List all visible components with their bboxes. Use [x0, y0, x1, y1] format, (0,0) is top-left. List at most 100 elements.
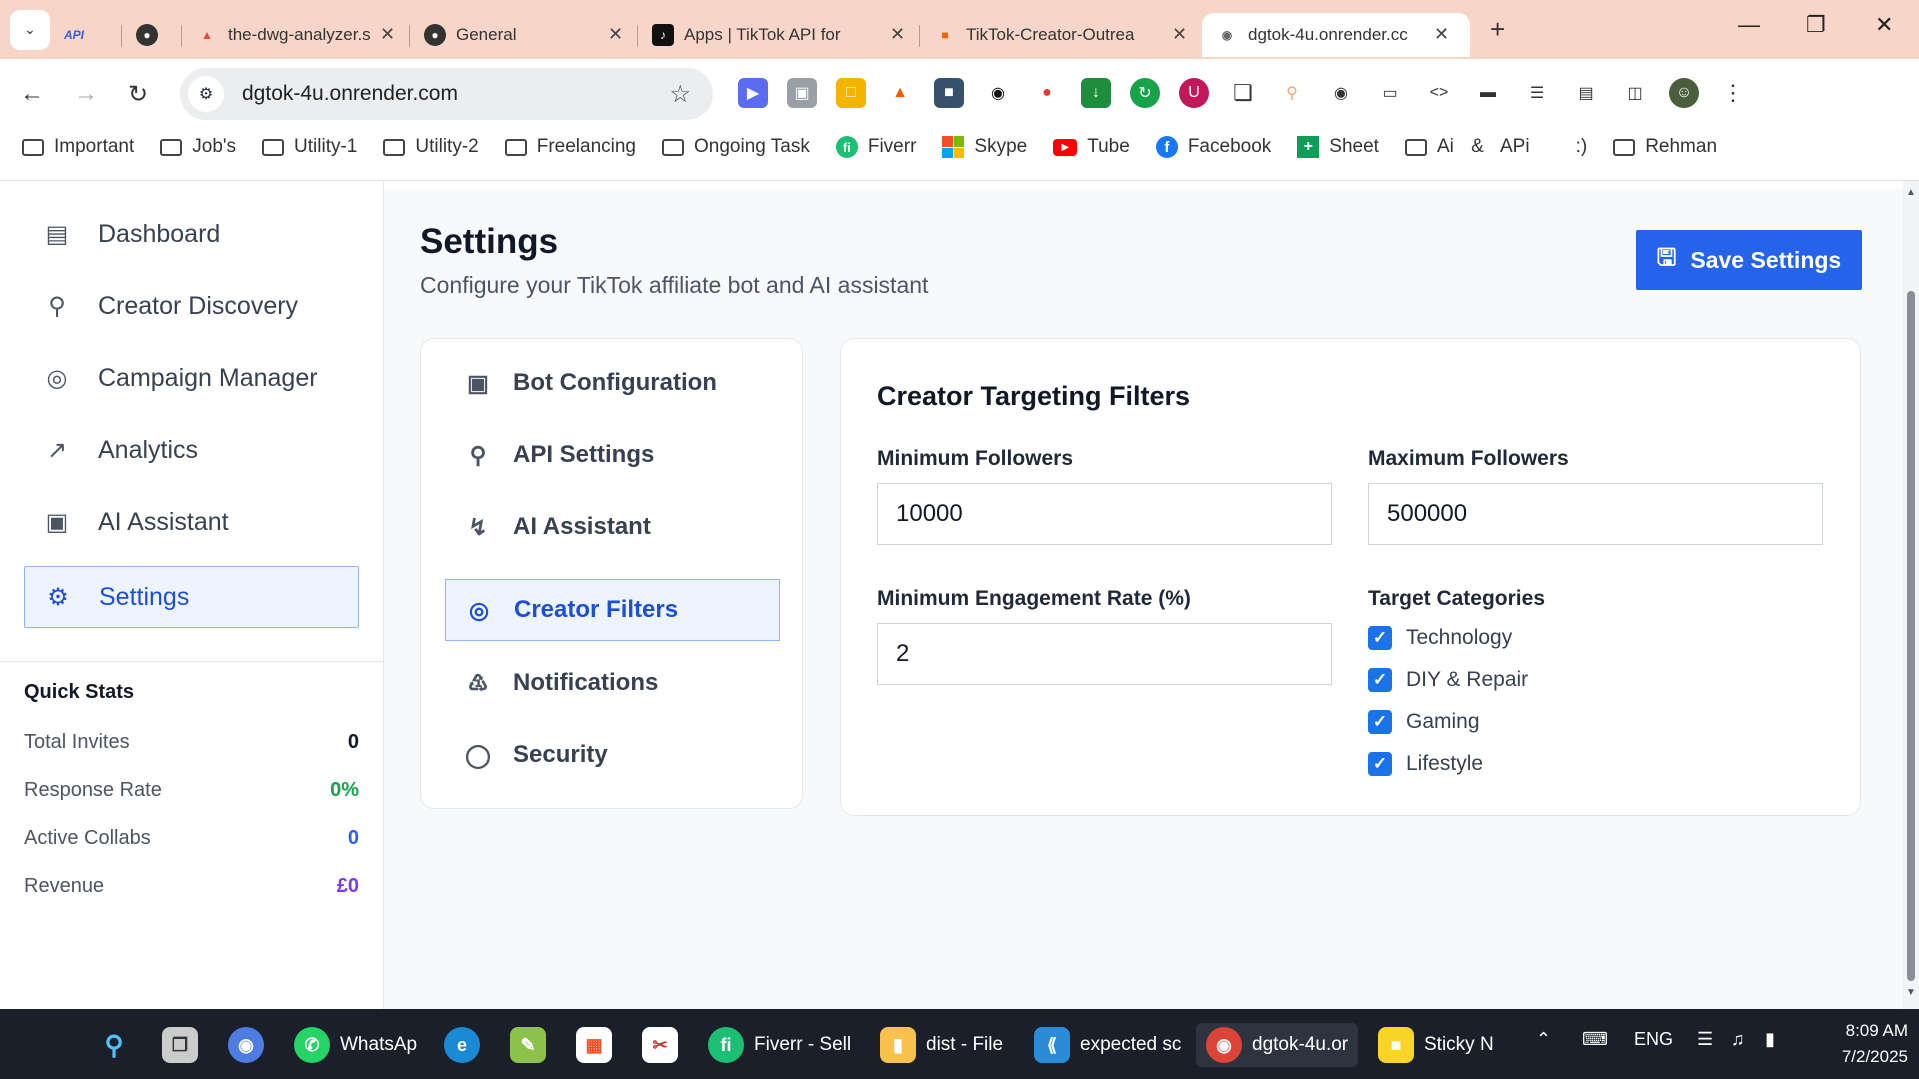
- battery-icon[interactable]: ▮: [1765, 1029, 1775, 1050]
- scroll-up-icon[interactable]: ▲: [1906, 187, 1916, 198]
- bookmark-item[interactable]: f Facebook: [1155, 136, 1271, 158]
- reading-list-icon[interactable]: ☰: [1522, 78, 1552, 108]
- scrollbar-thumb[interactable]: [1907, 291, 1915, 981]
- close-icon[interactable]: ✕: [380, 24, 395, 45]
- extension-refresh-icon[interactable]: ↻: [1130, 78, 1160, 108]
- taskbar-edge[interactable]: e: [444, 1023, 480, 1067]
- bookmark-item[interactable]: ▶ Tube: [1053, 136, 1130, 158]
- checkbox-checked[interactable]: ✓: [1368, 752, 1392, 776]
- tab-dwg-analyzer[interactable]: ▲ the-dwg-analyzer.stre ✕: [182, 13, 410, 57]
- forward-arrow-icon[interactable]: →: [74, 80, 98, 108]
- taskbar-clock[interactable]: 8:09 AM 7/2/2025: [1808, 1018, 1908, 1070]
- close-icon[interactable]: ✕: [1172, 24, 1187, 45]
- sidebar-item-ai-assistant[interactable]: ▣ AI Assistant: [24, 491, 359, 553]
- max-followers-input[interactable]: [1368, 483, 1823, 545]
- puzzle-extensions-icon[interactable]: ❏: [1228, 78, 1258, 108]
- extension-flame-icon[interactable]: ▲: [885, 78, 915, 108]
- tab-search-button[interactable]: ⌄: [10, 9, 50, 50]
- bookmark-star-icon[interactable]: ☆: [669, 80, 691, 109]
- tray-chevron-up-icon[interactable]: ⌃: [1536, 1029, 1551, 1050]
- key-icon[interactable]: ⚲: [1277, 78, 1307, 108]
- sidebar-item-campaign-manager[interactable]: ◎ Campaign Manager: [24, 347, 359, 409]
- min-engagement-input[interactable]: [877, 623, 1332, 685]
- site-info-icon[interactable]: ⚙: [188, 76, 224, 112]
- extension-notes-icon[interactable]: □: [836, 78, 866, 108]
- bookmark-item[interactable]: Utility-2: [383, 136, 479, 158]
- menu-security[interactable]: ◯ Security: [445, 724, 780, 786]
- extension-download-icon[interactable]: ↓: [1081, 78, 1111, 108]
- avatar[interactable]: ☺: [1669, 78, 1699, 108]
- taskbar-notepad[interactable]: ✎: [510, 1023, 546, 1067]
- kebab-menu-icon[interactable]: ⋮: [1718, 78, 1748, 108]
- restore-icon[interactable]: ❐: [1806, 12, 1826, 38]
- language-indicator[interactable]: ENG: [1634, 1029, 1673, 1050]
- extension-ublock-icon[interactable]: U: [1179, 78, 1209, 108]
- taskbar-store[interactable]: ▦: [576, 1023, 612, 1067]
- taskbar-file-explorer[interactable]: ▮ dist - File: [880, 1023, 1003, 1067]
- save-settings-button[interactable]: 🖫 Save Settings: [1636, 230, 1862, 290]
- window-close-icon[interactable]: ✕: [1875, 12, 1893, 38]
- checkbox-checked[interactable]: ✓: [1368, 668, 1392, 692]
- sidebar-item-dashboard[interactable]: ▤ Dashboard: [24, 203, 359, 265]
- close-icon[interactable]: ✕: [890, 24, 905, 45]
- new-tab-plus-icon[interactable]: +: [1490, 14, 1505, 45]
- bookmark-item[interactable]: Ongoing Task: [662, 136, 810, 158]
- sidebar-item-analytics[interactable]: ↗ Analytics: [24, 419, 359, 481]
- keyboard-icon[interactable]: ⌨: [1582, 1029, 1608, 1050]
- bookmark-item[interactable]: Skype: [942, 136, 1027, 158]
- minimize-icon[interactable]: —: [1738, 12, 1760, 38]
- menu-bot-configuration[interactable]: ▣ Bot Configuration: [445, 352, 780, 414]
- bookmark-item[interactable]: + Sheet: [1297, 136, 1379, 158]
- category-technology[interactable]: ✓ Technology: [1368, 626, 1512, 650]
- sidebar-item-creator-discovery[interactable]: ⚲ Creator Discovery: [24, 275, 359, 337]
- menu-ai-assistant[interactable]: ↯ AI Assistant: [445, 496, 780, 558]
- category-diy-repair[interactable]: ✓ DIY & Repair: [1368, 668, 1528, 692]
- sidebar-item-settings[interactable]: ⚙ Settings: [24, 566, 359, 628]
- extension-pokeball-icon[interactable]: ●: [1032, 78, 1062, 108]
- bookmark-item[interactable]: :): [1576, 136, 1588, 158]
- taskbar-task-view[interactable]: ❐: [162, 1023, 198, 1067]
- checkbox-checked[interactable]: ✓: [1368, 626, 1392, 650]
- close-icon[interactable]: ✕: [1434, 24, 1449, 45]
- extension-box-icon[interactable]: ■: [934, 78, 964, 108]
- menu-api-settings[interactable]: ⚲ API Settings: [445, 424, 780, 486]
- taskbar-search[interactable]: ⚲: [96, 1023, 132, 1067]
- extension-panda-icon[interactable]: ◉: [983, 78, 1013, 108]
- tab-dgtok-active[interactable]: ◉ dgtok-4u.onrender.cc ✕: [1202, 12, 1470, 57]
- page-scrollbar[interactable]: ▲ ▼: [1903, 181, 1919, 1009]
- bookmark-item[interactable]: Important: [22, 136, 134, 158]
- taskbar-sticky-notes[interactable]: ■ Sticky N: [1378, 1023, 1494, 1067]
- bookmark-item[interactable]: Job's: [160, 136, 236, 158]
- bookmark-item[interactable]: Rehman: [1613, 136, 1717, 158]
- tab-api[interactable]: API: [50, 13, 122, 57]
- taskbar-chrome-active[interactable]: ◉ dgtok-4u.or: [1196, 1023, 1359, 1067]
- checkbox-checked[interactable]: ✓: [1368, 710, 1392, 734]
- tab-github[interactable]: ●: [122, 13, 182, 57]
- category-gaming[interactable]: ✓ Gaming: [1368, 710, 1480, 734]
- taskbar-fiverr[interactable]: fi Fiverr - Sell: [708, 1023, 851, 1067]
- start-button[interactable]: [28, 1023, 62, 1067]
- extension-screenshot-icon[interactable]: ▣: [787, 78, 817, 108]
- bookmark-item[interactable]: fi Fiverr: [835, 136, 916, 158]
- back-arrow-icon[interactable]: ←: [20, 80, 44, 108]
- taskbar-whatsapp[interactable]: ✆ WhatsAp: [294, 1023, 417, 1067]
- scroll-down-icon[interactable]: ▼: [1906, 987, 1916, 998]
- close-icon[interactable]: ✕: [608, 24, 623, 45]
- volume-icon[interactable]: ♫: [1731, 1029, 1745, 1050]
- taskbar-chrome-blue[interactable]: ◉: [228, 1023, 264, 1067]
- menu-creator-filters[interactable]: ◎ Creator Filters: [445, 579, 780, 641]
- tab-tiktok-outreach[interactable]: ■ TikTok-Creator-Outrea ✕: [920, 13, 1202, 57]
- category-lifestyle[interactable]: ✓ Lifestyle: [1368, 752, 1483, 776]
- min-followers-input[interactable]: [877, 483, 1332, 545]
- devices-icon[interactable]: ▭: [1375, 78, 1405, 108]
- side-panel-icon[interactable]: ◫: [1620, 78, 1650, 108]
- bookmark-item[interactable]: Freelancing: [504, 136, 636, 158]
- taskbar-vscode[interactable]: ⟪ expected sc: [1034, 1023, 1181, 1067]
- address-bar[interactable]: ⚙ dgtok-4u.onrender.com ☆: [180, 68, 713, 120]
- code-icon[interactable]: <>: [1424, 78, 1454, 108]
- tab-tiktok-api[interactable]: ♪ Apps | TikTok API for ✕: [638, 13, 920, 57]
- lens-icon[interactable]: ◉: [1326, 78, 1356, 108]
- card-icon[interactable]: ▬: [1473, 78, 1503, 108]
- wifi-icon[interactable]: ☰: [1697, 1029, 1713, 1050]
- reader-mode-icon[interactable]: ▤: [1571, 78, 1601, 108]
